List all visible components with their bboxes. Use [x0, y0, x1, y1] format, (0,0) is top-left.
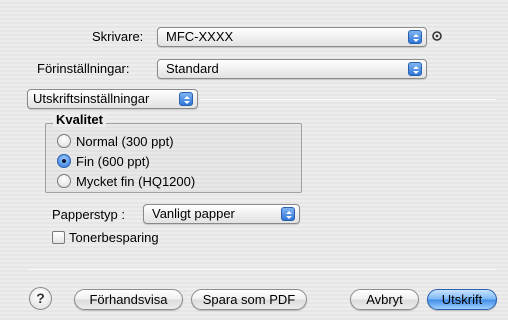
paper-type-value: Vanligt papper: [152, 206, 235, 221]
section-value: Utskriftsinställningar: [33, 91, 150, 106]
quality-title: Kvalitet: [53, 112, 106, 127]
presets-value: Standard: [166, 61, 219, 76]
popup-arrows-icon: [408, 62, 422, 76]
toner-saving-label: Tonerbesparing: [69, 230, 159, 245]
quality-option-fine[interactable]: Fin (600 ppt): [57, 153, 150, 169]
print-dialog: Skrivare: MFC-XXXX Förinställningar: Sta…: [0, 0, 508, 320]
printer-status-icon[interactable]: [432, 31, 442, 41]
option-label: Normal (300 ppt): [76, 133, 174, 149]
popup-arrows-icon: [281, 207, 295, 221]
section-popup[interactable]: Utskriftsinställningar: [27, 89, 198, 109]
printer-value: MFC-XXXX: [166, 29, 234, 44]
paper-type-label: Papperstyp :: [52, 207, 125, 222]
popup-arrows-icon: [408, 30, 422, 44]
save-as-pdf-button[interactable]: Spara som PDF: [191, 289, 307, 310]
quality-option-normal[interactable]: Normal (300 ppt): [57, 133, 174, 149]
presets-label: Förinställningar:: [37, 61, 130, 76]
presets-popup[interactable]: Standard: [157, 59, 427, 79]
popup-arrows-icon: [179, 92, 193, 106]
option-label: Fin (600 ppt): [76, 153, 150, 169]
preview-button[interactable]: Förhandsvisa: [74, 289, 183, 310]
toner-saving-checkbox-row[interactable]: Tonerbesparing: [52, 230, 159, 245]
paper-type-popup[interactable]: Vanligt papper: [143, 204, 300, 224]
toner-saving-checkbox[interactable]: [52, 231, 65, 244]
radio-button[interactable]: [57, 134, 71, 148]
option-label: Mycket fin (HQ1200): [76, 173, 196, 189]
help-button[interactable]: ?: [29, 287, 52, 310]
bottom-separator: [28, 269, 496, 270]
radio-button-selected[interactable]: [57, 154, 71, 168]
radio-button[interactable]: [57, 174, 71, 188]
section-separator: [200, 99, 496, 100]
printer-label: Skrivare:: [92, 29, 144, 44]
quality-option-very-fine[interactable]: Mycket fin (HQ1200): [57, 173, 195, 189]
print-button[interactable]: Utskrift: [427, 289, 497, 310]
cancel-button[interactable]: Avbryt: [350, 289, 419, 310]
printer-popup[interactable]: MFC-XXXX: [157, 27, 427, 47]
